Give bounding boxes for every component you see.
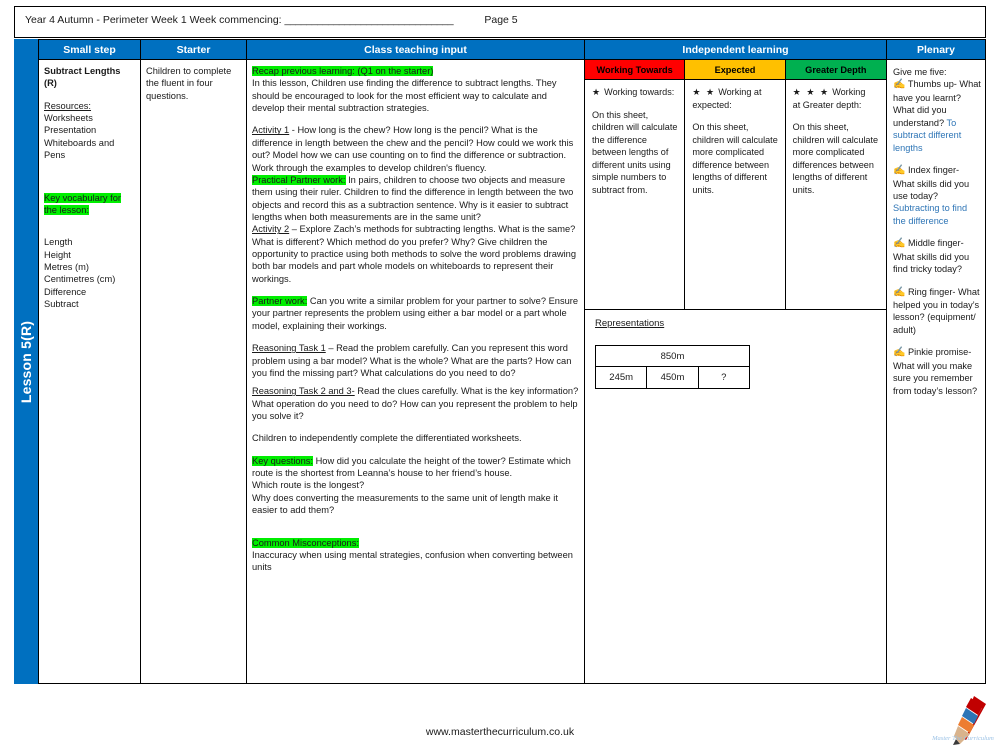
hand-icon: ✍ (893, 238, 906, 250)
level-expected: Expected ★ ★ Working at expected: On thi… (685, 60, 786, 309)
starter-content: Children to complete the fluent in four … (146, 66, 232, 101)
plenary-intro: Give me five: (893, 67, 947, 77)
resources-label: Resources: (44, 100, 92, 111)
resource-item: Whiteboards and Pens (44, 137, 115, 161)
hand-icon: ✍ (893, 165, 906, 177)
misconceptions-text: Inaccuracy when using mental strategies,… (252, 549, 573, 573)
vocabulary-item: Difference (44, 286, 87, 297)
level-description: On this sheet, children will calculate m… (692, 122, 778, 195)
column-independent-learning: Independent learning Working Towards ★ W… (585, 40, 887, 683)
document-header: Year 4 Autumn - Perimeter Week 1 Week co… (14, 6, 986, 38)
level-subtitle: ★ ★ Working at expected: (692, 87, 762, 110)
level-subtitle: ★ ★ ★ Working at Greater depth: (792, 87, 866, 110)
footer-url: www.masterthecurriculum.co.uk (425, 726, 575, 738)
level-body-expected: ★ ★ Working at expected: On this sheet, … (685, 80, 784, 196)
partner-work: Partner work: Can you write a similar pr… (252, 296, 579, 331)
representations-label: Representations (595, 318, 665, 329)
page-number: Page 5 (484, 14, 518, 26)
lesson-tab: Lesson 5(R) (14, 39, 38, 684)
hand-icon: ✍ (893, 286, 906, 298)
key-question-extra: Which route is the longest? (252, 480, 365, 491)
vocabulary-item: Centimetres (cm) (44, 274, 116, 285)
rag-differentiation-row: Working Towards ★ Working towards: On th… (585, 60, 886, 310)
level-heading-expected: Expected (685, 60, 785, 80)
level-description: On this sheet, children will calculate t… (592, 109, 678, 195)
resource-item: Worksheets (44, 113, 93, 124)
lesson-tab-label: Lesson 5(R) (18, 320, 34, 403)
level-body-working-towards: ★ Working towards: On this sheet, childr… (585, 80, 684, 196)
bar-model-whole: 850m (595, 345, 750, 367)
vocabulary-item: Height (44, 249, 71, 260)
activity-1: Activity 1 - How long is the chew? How l… (252, 125, 574, 173)
hand-icon: ✍ (893, 347, 906, 359)
level-working-towards: Working Towards ★ Working towards: On th… (585, 60, 686, 309)
star-rating-icon: ★ ★ ★ (792, 87, 830, 97)
bar-model-part: 245m (596, 367, 648, 388)
practical-partner-work: Practical Partner work: In pairs, childr… (252, 174, 574, 222)
vocabulary-item: Subtract (44, 299, 79, 310)
vocabulary-item: Metres (m) (44, 261, 89, 272)
hand-icon: ✍ (893, 79, 906, 91)
activity-2: Activity 2 – Explore Zach’s methods for … (252, 224, 577, 284)
level-greater-depth: Greater Depth ★ ★ ★ Working at Greater d… (785, 60, 886, 309)
independent-worksheet-note: Children to independently complete the d… (252, 433, 522, 444)
plenary-answer: Subtracting to find the difference (893, 203, 968, 226)
recap-label: Recap previous learning: (Q1 on the star… (252, 66, 434, 76)
level-subtitle: ★ Working towards: (592, 87, 675, 97)
column-header-starter: Starter (141, 40, 246, 60)
level-description: On this sheet, children will calculate m… (792, 122, 879, 195)
star-rating-icon: ★ (592, 87, 602, 97)
resource-item: Presentation (44, 125, 97, 136)
column-header-teaching: Class teaching input (247, 40, 584, 60)
recap-text: In this lesson, Children use finding the… (252, 78, 557, 114)
bar-model-diagram: 850m 245m 450m ? (595, 345, 750, 389)
plenary-item-middle-finger: ✍ Middle finger- What skills did you fin… (893, 238, 970, 275)
column-header-independent: Independent learning (585, 40, 886, 60)
level-body-greater-depth: ★ ★ ★ Working at Greater depth: On this … (786, 80, 886, 196)
bar-model-part: ? (721, 372, 727, 383)
brand-logo-text: Master The Curriculum (932, 735, 994, 742)
plenary-item-pinkie-promise: ✍ Pinkie promise- What will you make sur… (893, 347, 978, 396)
column-header-small-step: Small step (39, 40, 140, 60)
star-rating-icon: ★ ★ (692, 87, 716, 97)
lesson-table: Small step Subtract Lengths (R) Resource… (38, 39, 986, 684)
bar-model-part: 450m (647, 367, 699, 388)
bar-model-parts: 245m 450m ? (595, 367, 750, 389)
reasoning-task-2-3: Reasoning Task 2 and 3- Read the clues c… (252, 386, 579, 421)
level-heading-working-towards: Working Towards (585, 60, 685, 80)
key-questions: Key questions: How did you calculate the… (252, 455, 571, 479)
vocabulary-item: Length (44, 237, 73, 248)
level-heading-greater-depth: Greater Depth (785, 60, 886, 80)
column-class-teaching-input: Class teaching input Recap previous lear… (247, 40, 585, 683)
plenary-content: Give me five: ✍ Thumbs up- What have you… (887, 60, 985, 397)
plenary-item-index-finger: ✍ Index finger- What skills did you use … (893, 165, 970, 226)
reasoning-task-1: Reasoning Task 1 – Read the problem care… (252, 343, 572, 378)
lesson-plan-page: Year 4 Autumn - Perimeter Week 1 Week co… (0, 0, 1000, 750)
key-question-extra: Why does converting the measurements to … (252, 492, 558, 516)
teaching-content: Recap previous learning: (Q1 on the star… (247, 60, 584, 578)
key-vocabulary-label: Key vocabulary for the lesson: (44, 192, 121, 215)
misconceptions-label: Common Misconceptions: (252, 537, 359, 548)
small-step-title: Subtract Lengths (R) (44, 66, 121, 89)
column-plenary: Plenary Give me five: ✍ Thumbs up- What … (887, 40, 985, 683)
small-step-content: Subtract Lengths (R) Resources: Workshee… (39, 60, 140, 314)
column-starter: Starter Children to complete the fluent … (141, 40, 247, 683)
plenary-item-ring-finger: ✍ Ring finger- What helped you in today’… (893, 286, 980, 335)
plenary-item-thumbs-up: ✍ Thumbs up- What have you learnt? What … (893, 79, 981, 153)
representations-section: Representations 850m 245m 450m ? (585, 310, 886, 389)
column-header-plenary: Plenary (887, 40, 985, 60)
column-small-step: Small step Subtract Lengths (R) Resource… (39, 40, 141, 683)
